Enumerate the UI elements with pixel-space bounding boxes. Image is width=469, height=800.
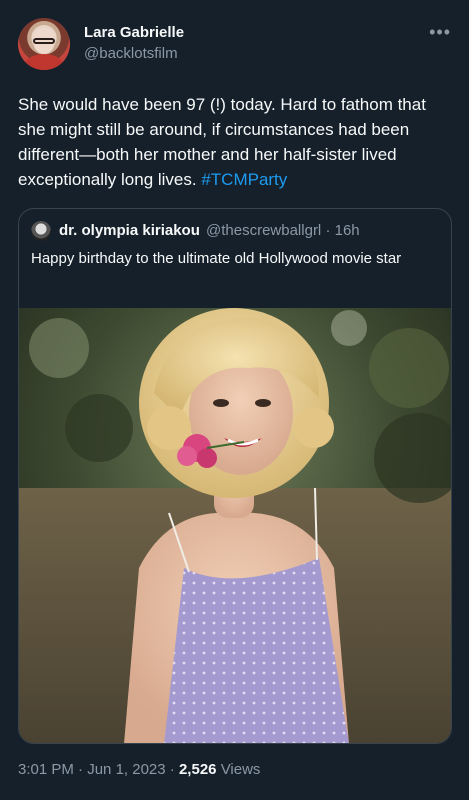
quoted-tweet[interactable]: dr. olympia kiriakou @thescrewballgrl · … <box>18 208 452 744</box>
author-avatar[interactable] <box>18 18 70 70</box>
photo-illustration <box>19 308 451 743</box>
separator-dot: · <box>325 222 331 239</box>
tweet-footer: 3:01 PM · Jun 1, 2023 · 2,526 Views <box>18 761 260 778</box>
tweet-text: She would have been 97 (!) today. Hard t… <box>18 92 458 192</box>
quoted-time[interactable]: 16h <box>335 222 360 239</box>
views-count[interactable]: 2,526 <box>179 761 217 778</box>
quoted-tweet-text: Happy birthday to the ultimate old Holly… <box>31 250 402 267</box>
quoted-tweet-photo[interactable] <box>19 308 451 743</box>
quoted-meta: @thescrewballgrl · 16h <box>206 222 360 239</box>
more-horizontal-icon[interactable]: ••• <box>429 22 451 43</box>
quoted-author-handle[interactable]: @thescrewballgrl <box>206 222 321 239</box>
author-name[interactable]: Lara Gabrielle <box>84 24 184 41</box>
separator-dot: · <box>78 761 84 778</box>
hashtag-link[interactable]: #TCMParty <box>201 170 287 189</box>
tweet-time[interactable]: 3:01 PM <box>18 761 74 778</box>
author-handle[interactable]: @backlotsfilm <box>84 45 178 62</box>
quoted-author-avatar[interactable] <box>31 221 51 241</box>
quoted-tweet-header: dr. olympia kiriakou @thescrewballgrl · … <box>31 221 439 243</box>
tweet-header: Lara Gabrielle @backlotsfilm ••• <box>18 18 455 72</box>
tweet-date[interactable]: Jun 1, 2023 <box>87 761 165 778</box>
quoted-author-name[interactable]: dr. olympia kiriakou <box>59 222 200 239</box>
separator-dot: · <box>169 761 175 778</box>
views-label: Views <box>220 761 261 778</box>
